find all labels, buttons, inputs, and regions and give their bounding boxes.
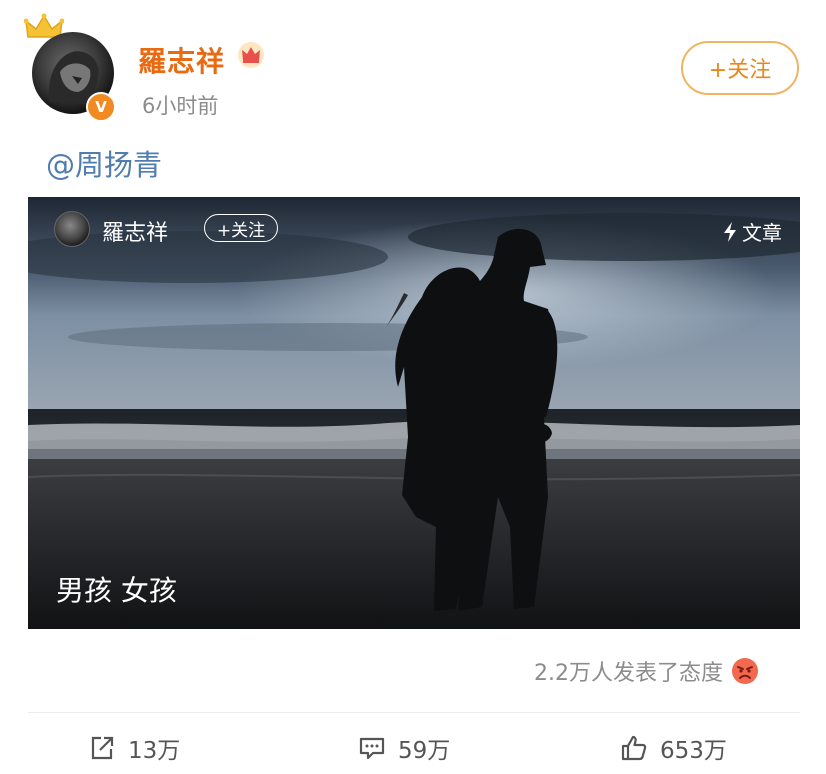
article-label-text: 文章	[742, 221, 782, 245]
card-avatar[interactable]	[54, 211, 90, 247]
card-username[interactable]: 羅志祥	[102, 215, 168, 247]
share-icon	[91, 736, 114, 760]
share-button[interactable]: 13万	[88, 730, 180, 766]
divider	[28, 712, 800, 713]
like-icon	[621, 735, 647, 761]
card-title: 男孩 女孩	[56, 574, 177, 607]
reactions-summary[interactable]: 2.2万人发表了态度	[534, 655, 759, 687]
comment-count: 59万	[398, 738, 451, 764]
vip-crown-icon	[238, 42, 264, 68]
comment-button[interactable]: 59万	[358, 730, 450, 766]
post-timestamp: 6小时前	[142, 94, 219, 118]
angry-face-icon	[732, 658, 758, 684]
lightning-icon	[724, 221, 736, 242]
mention-link[interactable]: @周扬青	[46, 142, 162, 184]
follow-button[interactable]: +关注	[681, 41, 799, 95]
username[interactable]: 羅志祥	[138, 40, 225, 80]
article-label: 文章	[722, 217, 782, 246]
comment-icon	[359, 737, 385, 760]
verified-badge-icon: V	[86, 92, 116, 122]
card-follow-button[interactable]: +关注	[204, 214, 278, 242]
share-count: 13万	[128, 738, 181, 764]
beach-photo	[28, 197, 800, 629]
like-button[interactable]: 653万	[620, 730, 727, 766]
reactions-text: 2.2万人发表了态度	[534, 661, 723, 686]
like-count: 653万	[660, 738, 727, 764]
article-card[interactable]: 羅志祥 +关注 文章 男孩 女孩	[28, 197, 800, 629]
